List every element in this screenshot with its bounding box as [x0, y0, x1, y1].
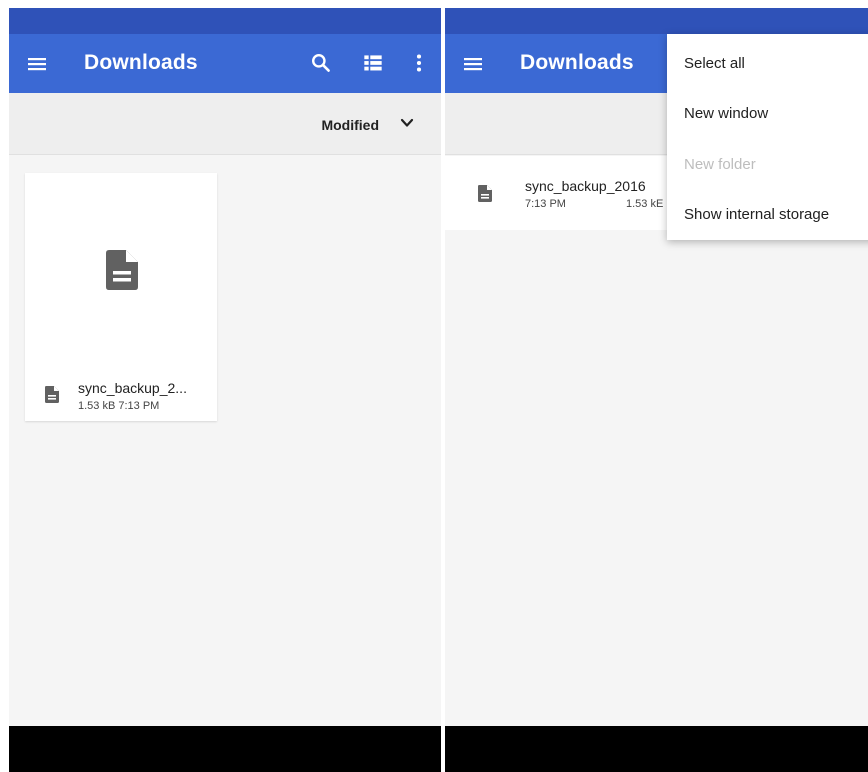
- search-button[interactable]: [308, 50, 334, 76]
- search-icon: [312, 54, 330, 72]
- file-meta: 1.53 kB 7:13 PM: [78, 400, 160, 412]
- menu-item-show-internal-storage[interactable]: Show internal storage: [684, 206, 829, 223]
- menu-item-select-all[interactable]: Select all: [684, 55, 745, 72]
- sort-dropdown-button[interactable]: [399, 115, 415, 131]
- menu-item-new-folder: New folder: [684, 156, 756, 173]
- hamburger-menu-button[interactable]: [25, 52, 49, 76]
- list-view-icon: [364, 55, 382, 71]
- file-date: 7:13 PM: [525, 198, 566, 210]
- file-grid-card[interactable]: sync_backup_2... 1.53 kB 7:13 PM: [25, 173, 217, 421]
- page-title: Downloads: [84, 51, 198, 74]
- hamburger-icon: [28, 58, 46, 71]
- overflow-menu: Select all New window New folder Show in…: [667, 34, 868, 240]
- app-bar: Downloads: [9, 34, 441, 93]
- navigation-bar: [9, 726, 441, 772]
- right-screen: Downloads sync_backup_2016 7:13 PM 1.53 …: [445, 8, 868, 772]
- page-title: Downloads: [520, 51, 634, 74]
- status-bar: [9, 8, 441, 34]
- file-size: 1.53 kE: [626, 198, 664, 210]
- status-bar: [445, 8, 868, 34]
- left-screen: Downloads Modified sync_backup_2... 1.53…: [9, 8, 441, 772]
- file-name: sync_backup_2...: [78, 380, 187, 396]
- more-options-button[interactable]: [406, 50, 432, 76]
- navigation-bar: [445, 726, 868, 772]
- more-vert-icon: [416, 54, 422, 72]
- document-icon: [45, 386, 59, 403]
- hamburger-icon: [464, 58, 482, 71]
- menu-item-new-window[interactable]: New window: [684, 105, 768, 122]
- hamburger-menu-button[interactable]: [461, 52, 485, 76]
- list-view-button[interactable]: [360, 50, 386, 76]
- sort-label[interactable]: Modified: [321, 117, 379, 133]
- file-name: sync_backup_2016: [525, 178, 646, 194]
- document-icon: [478, 185, 492, 202]
- chevron-down-icon: [400, 118, 414, 127]
- sort-bar: Modified: [9, 93, 441, 155]
- document-thumbnail-icon: [106, 250, 138, 290]
